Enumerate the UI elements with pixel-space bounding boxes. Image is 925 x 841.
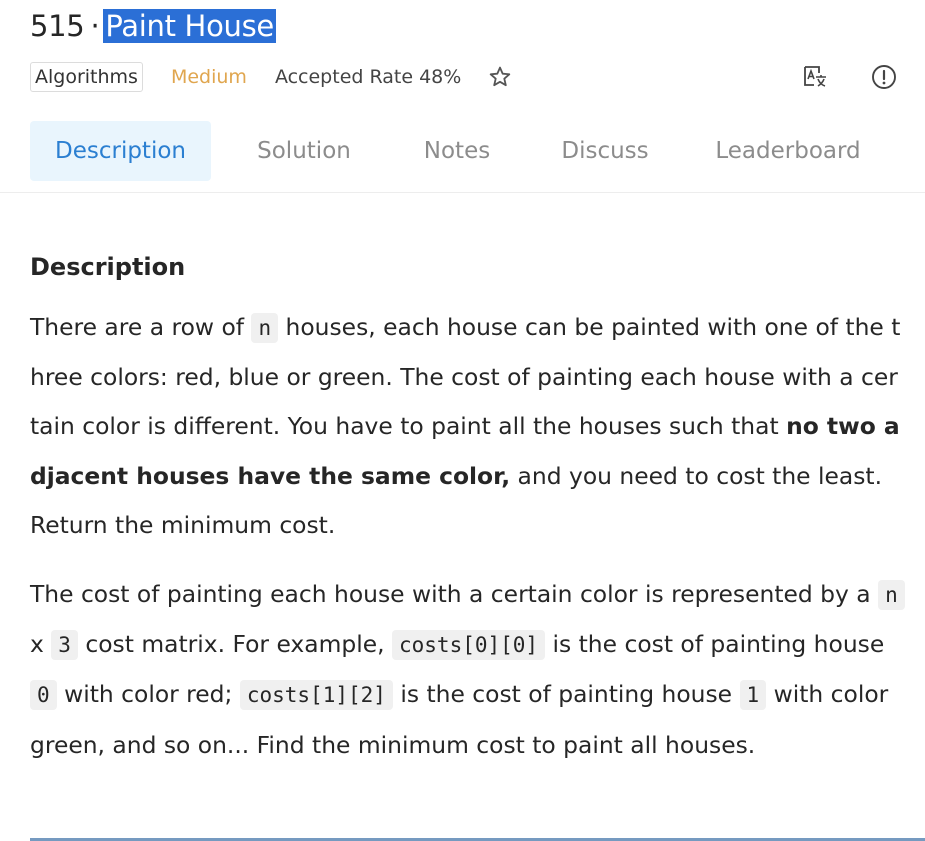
description-panel: Description There are a row of n houses,… <box>30 248 905 550</box>
inline-code-n: n <box>251 313 279 343</box>
inline-code-0: 0 <box>30 680 57 711</box>
problem-header: 515 · Paint House Algorithms Medium Acce… <box>0 0 925 193</box>
p2-text-4: is the cost of painting house <box>545 630 885 659</box>
tab-leaderboard[interactable]: Leaderboard <box>693 121 883 181</box>
info-icon[interactable] <box>870 63 898 91</box>
algorithm-tag[interactable]: Algorithms <box>30 62 143 92</box>
tab-notes[interactable]: Notes <box>397 121 517 181</box>
inline-code-n-matrix: n <box>878 580 905 610</box>
tab-solution[interactable]: Solution <box>211 121 397 181</box>
p2-text-6: is the cost of painting house <box>392 680 740 709</box>
tab-discuss[interactable]: Discuss <box>517 121 693 181</box>
inline-code-costs-0-0: costs[0][0] <box>392 630 546 661</box>
p1-text-1: There are a row of <box>30 313 252 341</box>
problem-title[interactable]: Paint House <box>103 9 276 43</box>
description-heading: Description <box>30 253 186 281</box>
inline-code-3: 3 <box>51 630 78 661</box>
inline-code-costs-1-2: costs[1][2] <box>239 680 393 711</box>
description-paragraph-2: The cost of painting each house with a c… <box>30 570 905 770</box>
p2-text-1: The cost of painting each house with a c… <box>30 580 879 608</box>
p2-text-3: cost matrix. For example, <box>77 630 392 659</box>
problem-meta: Algorithms Medium Accepted Rate 48% <box>30 60 513 94</box>
difficulty-label: Medium <box>170 66 247 88</box>
p2-text-5: with color red; <box>56 680 240 709</box>
description-paragraph-1: There are a row of n houses, each house … <box>30 303 905 550</box>
inline-code-1: 1 <box>739 680 767 711</box>
accepted-rate: Accepted Rate 48% <box>274 66 462 88</box>
problem-number: 515 <box>30 9 85 43</box>
title-separator: · <box>90 9 100 43</box>
star-icon[interactable] <box>487 64 513 90</box>
tab-description[interactable]: Description <box>30 121 211 181</box>
translate-icon[interactable] <box>801 63 829 91</box>
problem-title-row: 515 · Paint House <box>30 6 276 46</box>
p2-text-2: x <box>30 630 52 659</box>
tab-bar: Description Solution Notes Discuss Leade… <box>30 121 883 181</box>
